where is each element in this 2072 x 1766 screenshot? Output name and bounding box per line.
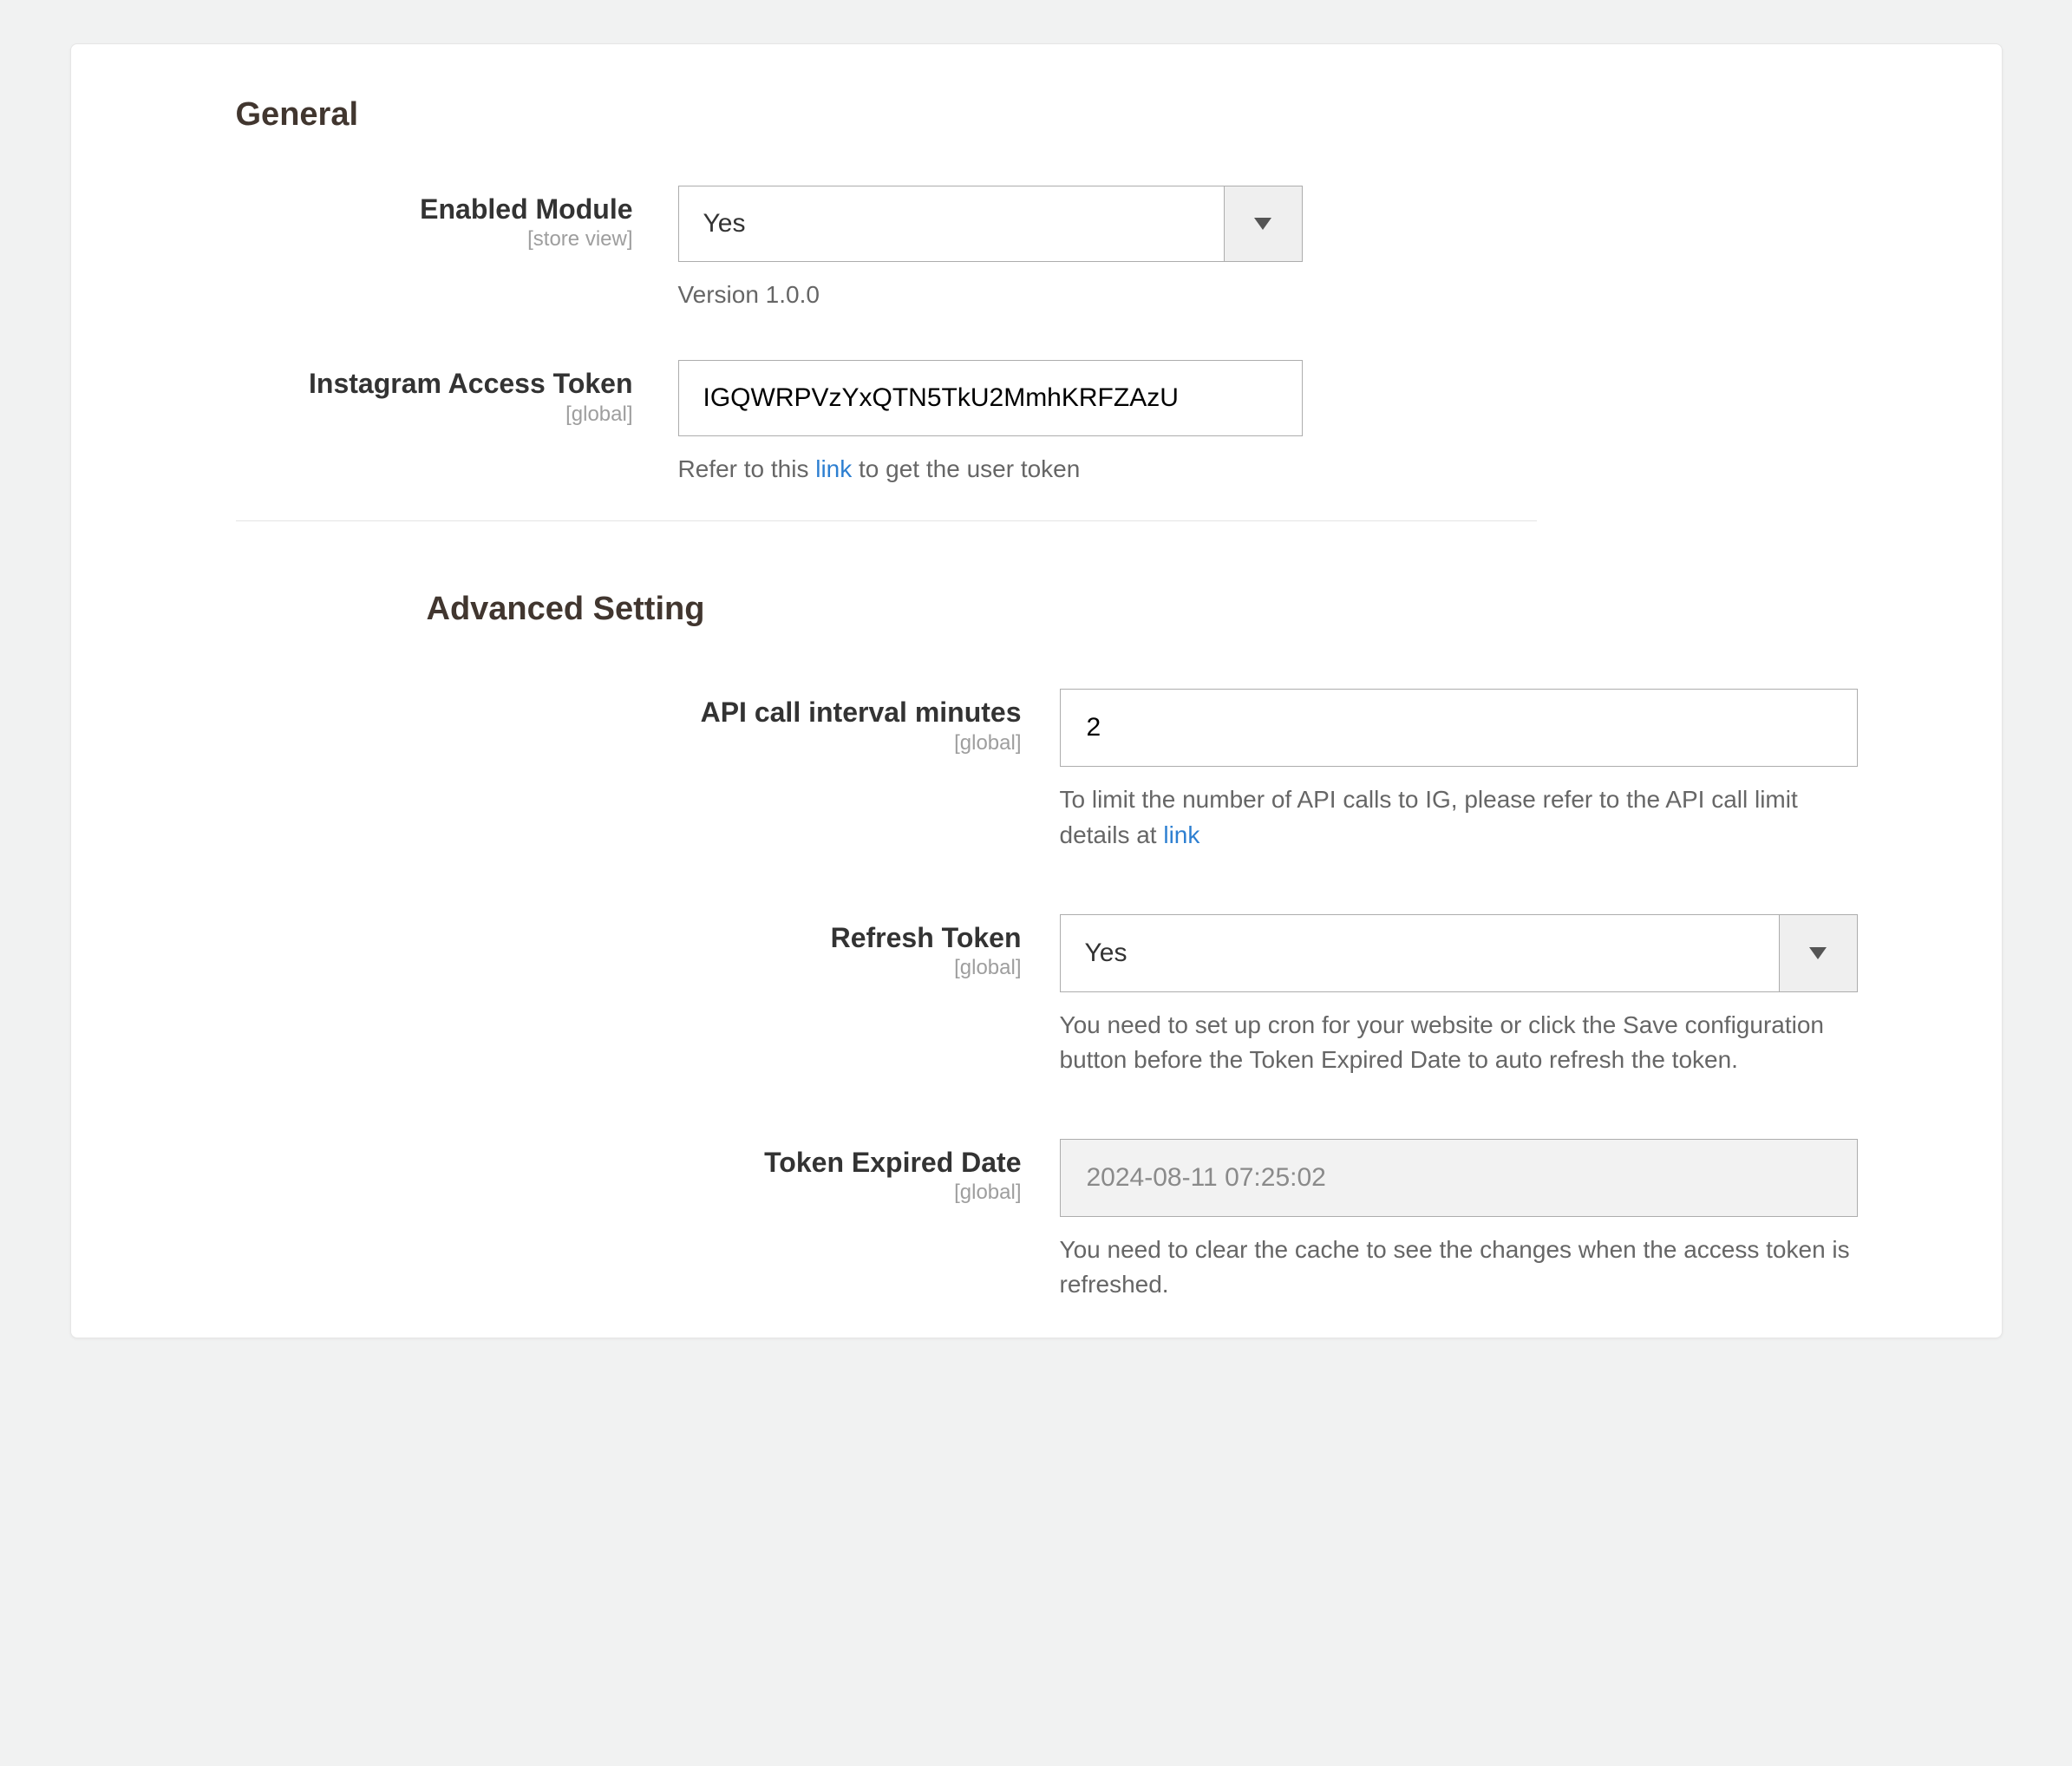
field-token-expired: Token Expired Date [global] You need to …	[427, 1139, 1932, 1303]
access-token-input[interactable]	[678, 360, 1303, 436]
token-expired-help: You need to clear the cache to see the c…	[1060, 1233, 1858, 1303]
value-col: You need to clear the cache to see the c…	[1060, 1139, 1932, 1303]
api-interval-input[interactable]	[1060, 689, 1858, 767]
enabled-module-label: Enabled Module	[236, 193, 633, 226]
token-expired-scope: [global]	[427, 1181, 1022, 1205]
api-interval-help-link[interactable]: link	[1163, 821, 1199, 848]
config-panel: General Enabled Module [store view] Yes …	[70, 43, 2003, 1338]
access-token-scope: [global]	[236, 402, 633, 427]
advanced-section: Advanced Setting API call interval minut…	[141, 521, 1932, 1303]
advanced-heading: Advanced Setting	[427, 591, 1932, 628]
refresh-token-value: Yes	[1061, 915, 1779, 991]
enabled-module-scope: [store view]	[236, 227, 633, 252]
value-col: Yes Version 1.0.0	[678, 186, 1932, 311]
refresh-token-scope: [global]	[427, 956, 1022, 980]
label-col: API call interval minutes [global]	[427, 689, 1060, 755]
label-col: Enabled Module [store view]	[236, 186, 678, 252]
enabled-module-help: Version 1.0.0	[678, 278, 1932, 311]
api-interval-scope: [global]	[427, 731, 1022, 755]
access-token-label: Instagram Access Token	[236, 367, 633, 400]
enabled-module-value: Yes	[679, 186, 1224, 261]
value-col: To limit the number of API calls to IG, …	[1060, 689, 1932, 853]
field-enabled-module: Enabled Module [store view] Yes Version …	[236, 186, 1932, 311]
refresh-token-label: Refresh Token	[427, 921, 1022, 954]
field-api-interval: API call interval minutes [global] To li…	[427, 689, 1932, 853]
general-heading: General	[236, 96, 1932, 134]
field-access-token: Instagram Access Token [global] Refer to…	[236, 360, 1932, 486]
label-col: Token Expired Date [global]	[427, 1139, 1060, 1205]
access-token-help-link[interactable]: link	[815, 455, 852, 482]
api-interval-help: To limit the number of API calls to IG, …	[1060, 782, 1858, 853]
enabled-module-select[interactable]: Yes	[678, 186, 1303, 262]
field-refresh-token: Refresh Token [global] Yes You need to s…	[427, 914, 1932, 1078]
refresh-token-select[interactable]: Yes	[1060, 914, 1858, 992]
label-col: Instagram Access Token [global]	[236, 360, 678, 426]
refresh-token-dropdown-button[interactable]	[1779, 915, 1857, 991]
chevron-down-icon	[1254, 218, 1271, 230]
value-col: Refer to this link to get the user token	[678, 360, 1932, 486]
general-section: General Enabled Module [store view] Yes …	[141, 96, 1932, 521]
api-interval-label: API call interval minutes	[427, 696, 1022, 729]
enabled-module-dropdown-button[interactable]	[1224, 186, 1302, 261]
chevron-down-icon	[1809, 947, 1827, 959]
refresh-token-help: You need to set up cron for your website…	[1060, 1008, 1858, 1078]
value-col: Yes You need to set up cron for your web…	[1060, 914, 1932, 1078]
token-expired-label: Token Expired Date	[427, 1146, 1022, 1179]
access-token-help-prefix: Refer to this	[678, 455, 816, 482]
token-expired-input	[1060, 1139, 1858, 1217]
access-token-help-suffix: to get the user token	[852, 455, 1080, 482]
label-col: Refresh Token [global]	[427, 914, 1060, 980]
access-token-help: Refer to this link to get the user token	[678, 452, 1932, 486]
